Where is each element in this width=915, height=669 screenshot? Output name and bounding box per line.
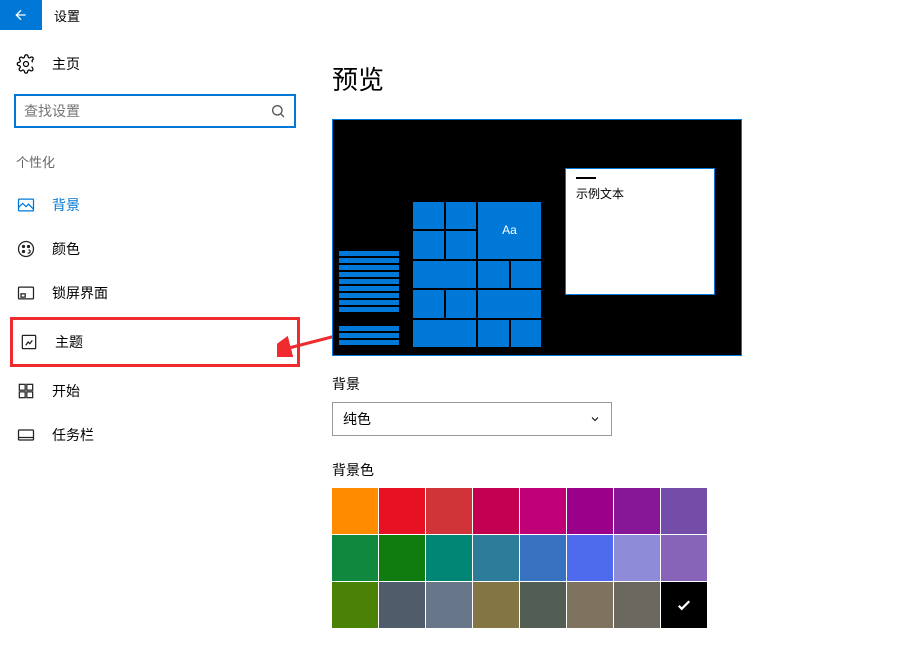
color-swatch[interactable] — [520, 582, 566, 628]
sidebar-item-background[interactable]: 背景 — [10, 183, 300, 227]
background-label: 背景 — [332, 374, 915, 394]
color-swatch[interactable] — [426, 488, 472, 534]
color-swatch[interactable] — [661, 535, 707, 581]
sidebar-item-label: 背景 — [52, 195, 80, 215]
lockscreen-icon — [16, 283, 36, 303]
color-swatch[interactable] — [332, 582, 378, 628]
annotation-highlight-box: 主题 — [10, 317, 300, 367]
color-swatch[interactable] — [332, 535, 378, 581]
sidebar: 主页 个性化 背景 颜色 锁屏界面 — [0, 30, 310, 669]
sidebar-item-label: 主题 — [55, 332, 83, 352]
start-icon — [16, 381, 36, 401]
sidebar-item-lockscreen[interactable]: 锁屏界面 — [10, 271, 300, 315]
picture-icon — [16, 195, 36, 215]
preview-tiles: Aa — [413, 202, 541, 347]
taskbar-icon — [16, 425, 36, 445]
background-type-dropdown[interactable]: 纯色 — [332, 402, 612, 436]
color-swatch[interactable] — [520, 535, 566, 581]
gear-icon — [16, 54, 36, 74]
color-swatch-grid — [332, 488, 707, 628]
background-color-label: 背景色 — [332, 460, 915, 480]
themes-icon — [19, 332, 39, 352]
color-swatch[interactable] — [614, 488, 660, 534]
sidebar-item-label: 颜色 — [52, 239, 80, 259]
palette-icon — [16, 239, 36, 259]
sidebar-item-label: 锁屏界面 — [52, 283, 108, 303]
theme-preview: Aa 示例文本 — [332, 119, 742, 356]
color-swatch[interactable] — [473, 535, 519, 581]
color-swatch[interactable] — [332, 488, 378, 534]
home-link[interactable]: 主页 — [10, 46, 300, 82]
chevron-down-icon — [589, 413, 601, 425]
color-swatch[interactable] — [426, 535, 472, 581]
arrow-left-icon — [13, 7, 29, 23]
sidebar-item-label: 任务栏 — [52, 425, 94, 445]
category-label: 个性化 — [10, 148, 300, 175]
color-swatch[interactable] — [379, 582, 425, 628]
home-label: 主页 — [52, 54, 80, 74]
sidebar-item-start[interactable]: 开始 — [10, 369, 300, 413]
color-swatch[interactable] — [567, 582, 613, 628]
color-swatch[interactable] — [614, 582, 660, 628]
color-swatch[interactable] — [473, 488, 519, 534]
search-input[interactable] — [24, 103, 270, 119]
preview-heading: 预览 — [332, 60, 915, 97]
color-swatch[interactable] — [379, 488, 425, 534]
color-swatch[interactable] — [426, 582, 472, 628]
preview-startmenu — [339, 251, 399, 347]
sidebar-item-colors[interactable]: 颜色 — [10, 227, 300, 271]
back-button[interactable] — [0, 0, 42, 30]
color-swatch[interactable] — [661, 488, 707, 534]
titlebar: 设置 — [0, 0, 915, 30]
preview-tile-text: Aa — [478, 202, 541, 259]
search-icon — [270, 103, 286, 119]
color-swatch[interactable] — [520, 488, 566, 534]
color-swatch[interactable] — [567, 535, 613, 581]
main-panel: 预览 Aa — [310, 30, 915, 669]
check-icon — [675, 596, 693, 614]
sidebar-item-label: 开始 — [52, 381, 80, 401]
dropdown-value: 纯色 — [343, 409, 371, 429]
search-box[interactable] — [14, 94, 296, 128]
sidebar-item-themes[interactable]: 主题 — [15, 322, 295, 362]
preview-sample-text: 示例文本 — [576, 185, 704, 202]
color-swatch[interactable] — [567, 488, 613, 534]
color-swatch[interactable] — [379, 535, 425, 581]
color-swatch[interactable] — [473, 582, 519, 628]
color-swatch[interactable] — [661, 582, 707, 628]
window-title: 设置 — [54, 6, 80, 25]
sidebar-item-taskbar[interactable]: 任务栏 — [10, 413, 300, 457]
color-swatch[interactable] — [614, 535, 660, 581]
preview-window: 示例文本 — [565, 168, 715, 295]
